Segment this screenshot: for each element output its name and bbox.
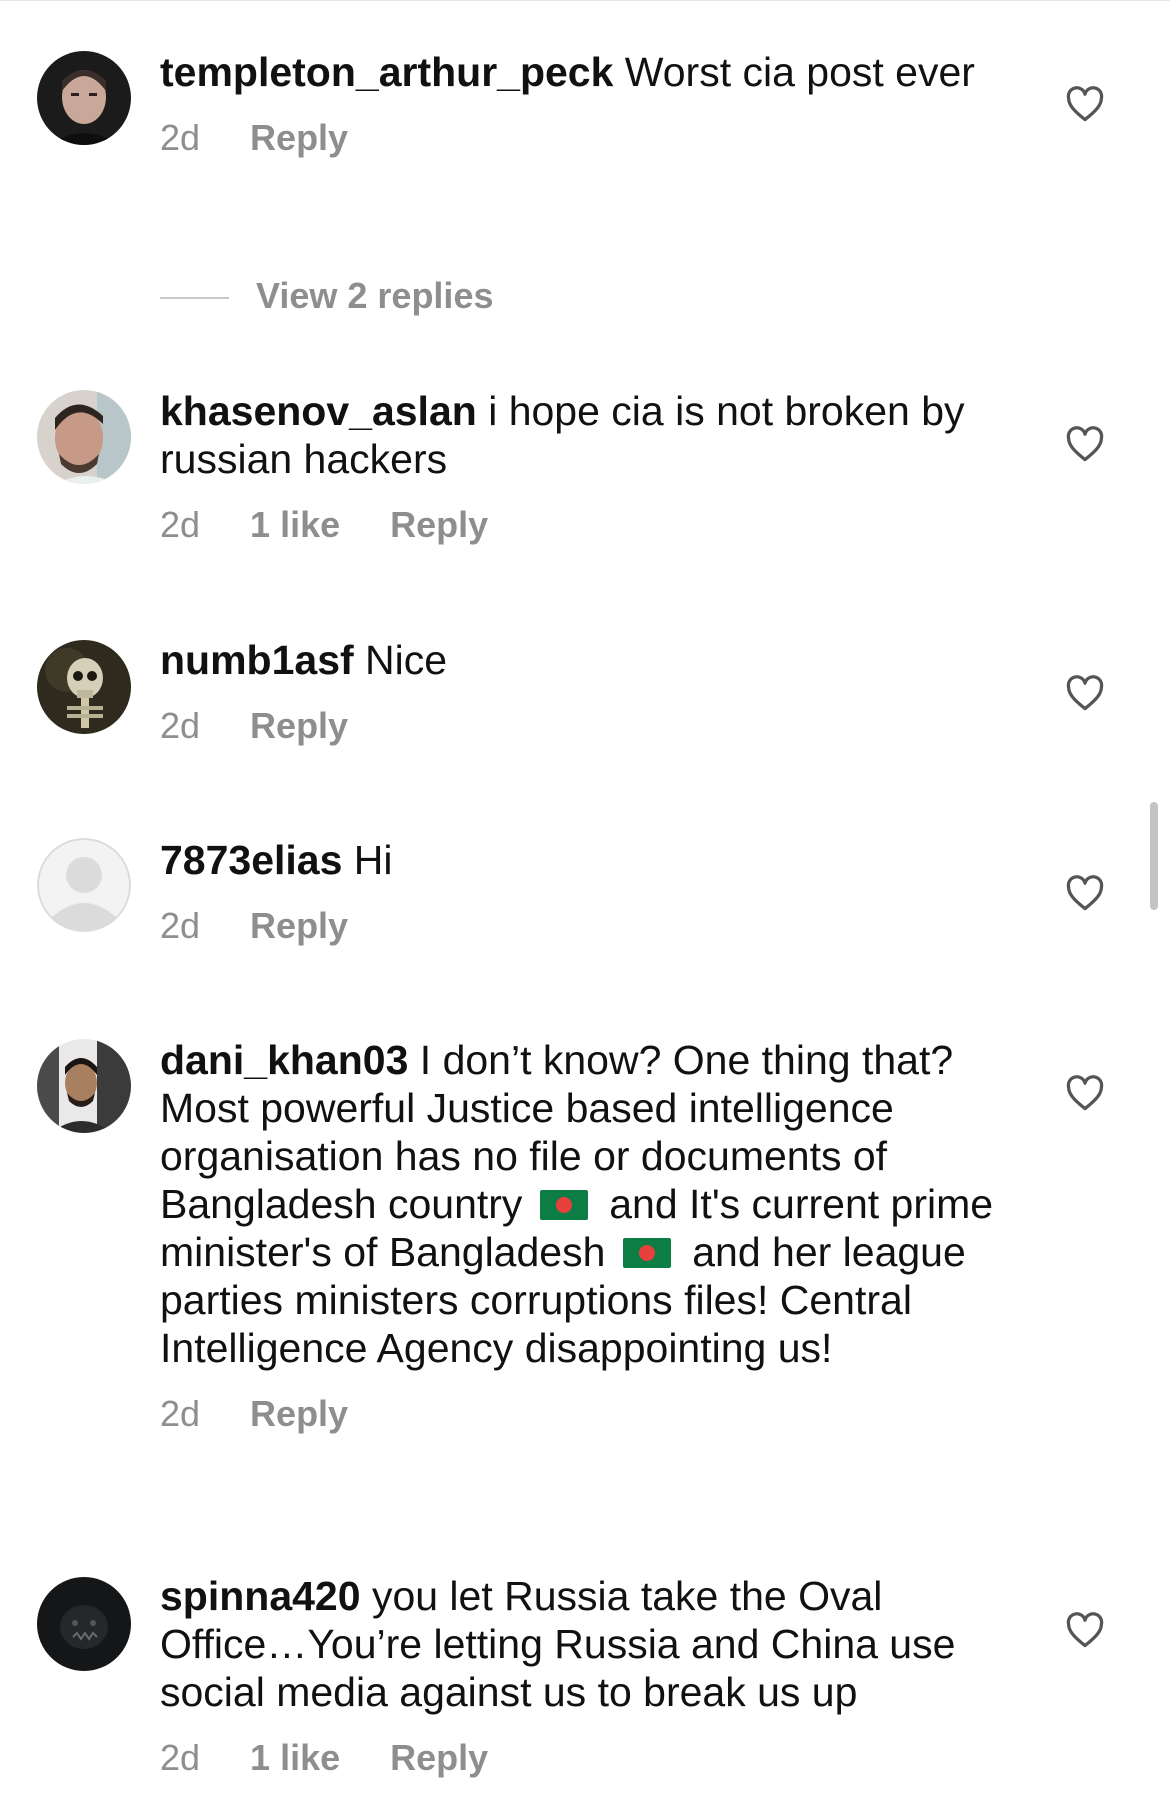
- top-divider: [0, 0, 1170, 1]
- likes-count[interactable]: 1 like: [250, 1738, 340, 1778]
- comment-body: Nice: [353, 637, 448, 683]
- bangladesh-flag-icon: [622, 1238, 671, 1268]
- avatar[interactable]: [37, 390, 131, 484]
- comment-meta: 2d Reply: [160, 906, 1020, 946]
- comment-text: spinna420 you let Russia take the Oval O…: [160, 1572, 1020, 1716]
- comment-meta: 2d Reply: [160, 1394, 1020, 1434]
- comment-body: Hi: [342, 837, 393, 883]
- reply-button[interactable]: Reply: [390, 505, 488, 545]
- comment-time: 2d: [160, 504, 201, 545]
- scrollbar[interactable]: [1150, 802, 1158, 910]
- view-replies-divider: [160, 297, 229, 299]
- default-avatar-icon[interactable]: [37, 838, 131, 932]
- comment-time: 2d: [160, 1737, 201, 1778]
- comment-text: templeton_arthur_peck Worst cia post eve…: [160, 48, 1020, 96]
- comment-meta: 2d Reply: [160, 118, 1020, 158]
- heart-outline-icon[interactable]: [1065, 1612, 1105, 1648]
- comment-username[interactable]: templeton_arthur_peck: [160, 49, 613, 95]
- reply-button[interactable]: Reply: [250, 906, 348, 946]
- heart-outline-icon[interactable]: [1065, 86, 1105, 122]
- comment-username[interactable]: khasenov_aslan: [160, 388, 477, 434]
- comment-text: numb1asf Nice: [160, 636, 1020, 684]
- bangladesh-flag-icon: [539, 1190, 588, 1220]
- comment-text: dani_khan03 I don’t know? One thing that…: [160, 1036, 1020, 1372]
- heart-outline-icon[interactable]: [1065, 1075, 1105, 1111]
- heart-outline-icon[interactable]: [1065, 426, 1105, 462]
- comment-username[interactable]: 7873elias: [160, 837, 342, 883]
- avatar[interactable]: [37, 51, 131, 145]
- comment-meta: 2d Reply: [160, 706, 1020, 746]
- view-replies-label: View 2 replies: [256, 275, 494, 316]
- reply-button[interactable]: Reply: [250, 706, 348, 746]
- comment-username[interactable]: spinna420: [160, 1573, 361, 1619]
- comment-text: 7873elias Hi: [160, 836, 1020, 884]
- heart-outline-icon[interactable]: [1065, 875, 1105, 911]
- comment-meta: 2d 1 like Reply: [160, 505, 1020, 545]
- reply-button[interactable]: Reply: [390, 1738, 488, 1778]
- comment-username[interactable]: dani_khan03: [160, 1037, 408, 1083]
- comment-meta: 2d 1 like Reply: [160, 1738, 1020, 1778]
- reply-button[interactable]: Reply: [250, 1394, 348, 1434]
- heart-outline-icon[interactable]: [1065, 675, 1105, 711]
- comment-time: 2d: [160, 905, 201, 946]
- comment-time: 2d: [160, 705, 201, 746]
- comment-body: Worst cia post ever: [613, 49, 975, 95]
- comment-time: 2d: [160, 1393, 201, 1434]
- comment-username[interactable]: numb1asf: [160, 637, 354, 683]
- avatar[interactable]: [37, 1577, 131, 1671]
- avatar[interactable]: [37, 640, 131, 734]
- reply-button[interactable]: Reply: [250, 118, 348, 158]
- comment-text: khasenov_aslan i hope cia is not broken …: [160, 387, 1020, 483]
- comment-time: 2d: [160, 117, 201, 158]
- avatar[interactable]: [37, 1039, 131, 1133]
- likes-count[interactable]: 1 like: [250, 505, 340, 545]
